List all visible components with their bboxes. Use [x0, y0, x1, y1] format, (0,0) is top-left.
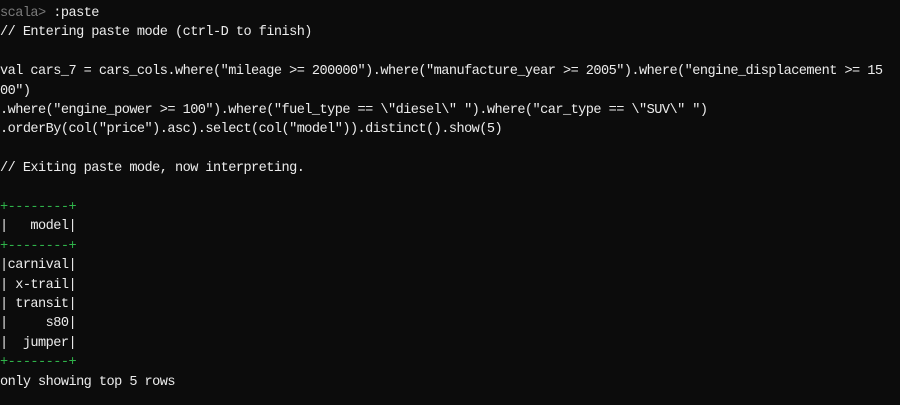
- table-row: | transit|: [0, 297, 77, 313]
- table-row: | jumper|: [0, 335, 77, 351]
- code-line-4: .orderBy(col("price").asc).select(col("m…: [0, 122, 503, 138]
- result-footer: only showing top 5 rows: [0, 374, 176, 390]
- code-line-3: .where("engine_power >= 100").where("fue…: [0, 103, 708, 119]
- table-border-mid: +--------+: [0, 238, 77, 254]
- table-border-bottom: +--------+: [0, 355, 77, 371]
- code-line-2: 00"): [0, 83, 31, 99]
- table-row: |carnival|: [0, 258, 77, 274]
- paste-exit-message: // Exiting paste mode, now interpreting.: [0, 161, 305, 177]
- table-border-top: +--------+: [0, 200, 77, 216]
- code-line-1: val cars_7 = cars_cols.where("mileage >=…: [0, 64, 883, 80]
- terminal-output: scala> :paste // Entering paste mode (ctr…: [0, 0, 900, 392]
- scala-prompt: scala>: [0, 6, 46, 21]
- table-row: | s80|: [0, 316, 77, 332]
- paste-enter-message: // Entering paste mode (ctrl-D to finish…: [0, 25, 312, 41]
- table-header: | model|: [0, 219, 77, 235]
- table-row: | x-trail|: [0, 277, 77, 293]
- prompt-line: scala> :paste: [0, 4, 900, 23]
- paste-command: :paste: [45, 6, 99, 21]
- terminal-window[interactable]: scala> :paste // Entering paste mode (ctr…: [0, 0, 902, 407]
